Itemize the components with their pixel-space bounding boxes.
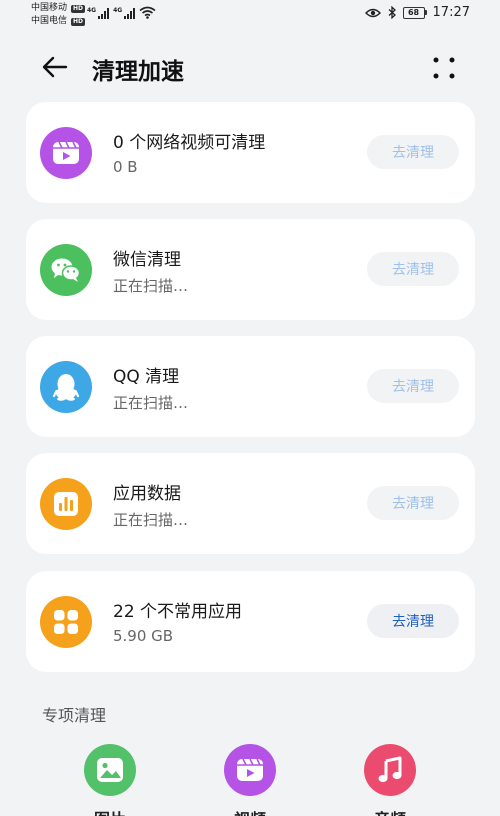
page-title: 清理加速 bbox=[92, 59, 184, 85]
status-bar: 中国移动 HD 中国电信 HD 4G 4G 68 17:27 bbox=[0, 0, 500, 32]
carrier-1: 中国移动 HD bbox=[31, 2, 86, 15]
clean-network-video-button[interactable]: 去清理 bbox=[367, 135, 459, 169]
status-right: 68 17:27 bbox=[364, 5, 470, 20]
music-icon[interactable] bbox=[364, 744, 416, 796]
card-subtitle: 5.90 GB bbox=[113, 627, 174, 645]
battery-icon: 68 bbox=[402, 6, 427, 19]
carrier-info: 中国移动 HD 中国电信 HD bbox=[31, 2, 86, 28]
wechat-icon bbox=[40, 244, 92, 296]
card-title: 微信清理 bbox=[113, 250, 181, 270]
hd-badge: HD bbox=[71, 4, 86, 13]
clean-qq-button[interactable]: 去清理 bbox=[367, 369, 459, 403]
card-subtitle: 正在扫描… bbox=[113, 511, 189, 529]
app-grid-icon bbox=[40, 596, 92, 648]
network-type-1: 4G bbox=[87, 7, 97, 14]
hd-badge: HD bbox=[71, 17, 86, 26]
signal-1-icon: 4G bbox=[87, 7, 110, 19]
special-item-video-label[interactable]: 视频 bbox=[210, 806, 290, 816]
carrier-2: 中国电信 HD bbox=[31, 15, 86, 28]
card-title: 22 个不常用应用 bbox=[113, 602, 243, 622]
wifi-icon bbox=[139, 6, 156, 19]
arrow-left-icon bbox=[42, 56, 68, 78]
eye-comfort-icon bbox=[364, 8, 381, 17]
network-video-card: 0 个网络视频可清理 0 B 去清理 bbox=[26, 102, 475, 203]
carrier-2-name: 中国电信 bbox=[31, 16, 68, 26]
special-item-images-label[interactable]: 图片 bbox=[70, 806, 150, 816]
clock: 17:27 bbox=[432, 5, 470, 20]
card-title: QQ 清理 bbox=[113, 367, 180, 387]
qq-penguin-icon bbox=[40, 361, 92, 413]
battery-level: 68 bbox=[402, 6, 425, 19]
special-item-audio-label[interactable]: 音频 bbox=[350, 806, 430, 816]
video-icon[interactable] bbox=[224, 744, 276, 796]
clean-unused-apps-button[interactable]: 去清理 bbox=[367, 604, 459, 638]
app-data-chart-icon bbox=[40, 478, 92, 530]
card-subtitle: 正在扫描… bbox=[113, 277, 189, 295]
signal-indicators: 4G 4G bbox=[87, 6, 156, 19]
app-header: 清理加速 bbox=[0, 40, 500, 96]
back-button[interactable] bbox=[40, 53, 70, 81]
video-icon bbox=[40, 127, 92, 179]
signal-2-icon: 4G bbox=[113, 7, 136, 19]
card-title: 0 个网络视频可清理 bbox=[113, 133, 266, 153]
clean-wechat-button[interactable]: 去清理 bbox=[367, 252, 459, 286]
carrier-1-name: 中国移动 bbox=[31, 3, 68, 13]
more-options-icon[interactable] bbox=[430, 54, 458, 82]
card-subtitle: 正在扫描… bbox=[113, 394, 189, 412]
card-subtitle: 0 B bbox=[113, 158, 138, 176]
bluetooth-icon bbox=[388, 6, 396, 19]
network-type-2: 4G bbox=[113, 7, 123, 14]
image-icon[interactable] bbox=[84, 744, 136, 796]
clean-app-data-button[interactable]: 去清理 bbox=[367, 486, 459, 520]
qq-card: QQ 清理 正在扫描… 去清理 bbox=[26, 336, 475, 437]
card-title: 应用数据 bbox=[113, 484, 181, 504]
wechat-card: 微信清理 正在扫描… 去清理 bbox=[26, 219, 475, 320]
special-cleaning-title: 专项清理 bbox=[42, 706, 107, 725]
app-data-card: 应用数据 正在扫描… 去清理 bbox=[26, 453, 475, 554]
unused-apps-card: 22 个不常用应用 5.90 GB 去清理 bbox=[26, 571, 475, 672]
